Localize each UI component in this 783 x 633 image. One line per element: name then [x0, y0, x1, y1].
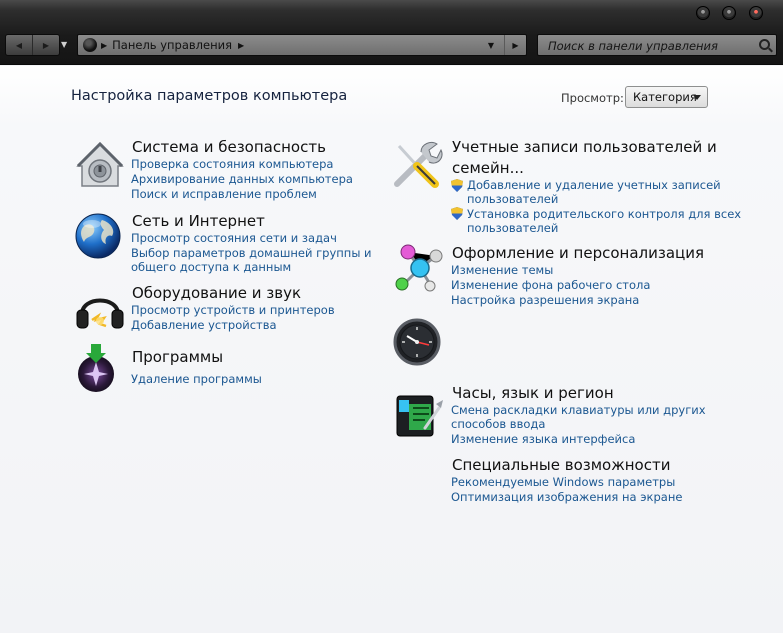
breadcrumb-arrow-icon[interactable]: ▶: [101, 41, 107, 50]
house-lock-icon[interactable]: [74, 140, 126, 192]
back-button[interactable]: ◀: [6, 35, 32, 55]
view-select-value: Категория: [633, 90, 697, 104]
address-dropdown-icon[interactable]: ▼: [488, 41, 494, 50]
clock-icon[interactable]: [393, 316, 445, 368]
link-add-device[interactable]: Добавление устройства: [131, 318, 277, 332]
link-optimize-display[interactable]: Оптимизация изображения на экране: [451, 490, 682, 504]
category-title-appearance[interactable]: Оформление и персонализация: [452, 243, 704, 263]
search-placeholder: Поиск в панели управления: [548, 39, 718, 53]
headphones-icon[interactable]: [74, 284, 126, 336]
link-change-theme[interactable]: Изменение темы: [451, 263, 553, 277]
link-find-fix-problems[interactable]: Поиск и исправление проблем: [131, 187, 317, 201]
appearance-icon[interactable]: [392, 242, 444, 294]
link-homegroup-options-cont[interactable]: общего доступа к данным: [131, 260, 291, 274]
link-change-keyboard[interactable]: Смена раскладки клавиатуры или других: [451, 403, 706, 417]
category-title-network-internet[interactable]: Сеть и Интернет: [132, 211, 265, 231]
view-select[interactable]: Категория: [625, 86, 708, 108]
globe-icon[interactable]: [74, 212, 126, 264]
refresh-button[interactable]: ▶: [504, 35, 526, 55]
back-arrow-icon: ◀: [15, 40, 23, 50]
link-uninstall-program[interactable]: Удаление программы: [131, 372, 262, 386]
forward-button[interactable]: ▶: [32, 35, 59, 55]
maximize-button[interactable]: [722, 6, 736, 20]
category-title-programs[interactable]: Программы: [132, 347, 223, 367]
category-title-hardware-sound[interactable]: Оборудование и звук: [132, 283, 301, 303]
tools-icon[interactable]: [391, 138, 443, 190]
link-add-remove-accounts-cont[interactable]: пользователей: [467, 192, 558, 206]
link-change-background[interactable]: Изменение фона рабочего стола: [451, 278, 650, 292]
address-bar[interactable]: ▶ Панель управления ▶ ▼ ▶: [77, 34, 527, 56]
link-screen-resolution[interactable]: Настройка разрешения экрана: [451, 293, 639, 307]
link-change-display-language[interactable]: Изменение языка интерфейса: [451, 432, 635, 446]
uac-shield-icon: [451, 207, 463, 220]
content-area: Настройка параметров компьютера Просмотр…: [0, 66, 783, 633]
breadcrumb-control-panel[interactable]: Панель управления: [112, 38, 232, 52]
go-arrow-icon: ▶: [512, 40, 519, 50]
close-button[interactable]: [749, 6, 763, 20]
nav-buttons: ◀ ▶: [5, 34, 60, 56]
link-backup-computer[interactable]: Архивирование данных компьютера: [131, 172, 353, 186]
search-input[interactable]: Поиск в панели управления: [537, 34, 777, 56]
recent-pages-dropdown-icon[interactable]: ▼: [61, 40, 67, 49]
link-devices-printers[interactable]: Просмотр устройств и принтеров: [131, 303, 335, 317]
uac-shield-icon: [451, 179, 463, 192]
category-title-user-accounts[interactable]: Учетные записи пользователей и: [452, 137, 717, 157]
accessibility-icon[interactable]: [395, 390, 447, 442]
link-add-remove-accounts[interactable]: Добавление и удаление учетных записей: [467, 178, 721, 192]
dropdown-caret-icon: [693, 95, 701, 100]
category-title-user-accounts-cont[interactable]: семейн...: [452, 158, 524, 178]
page-title: Настройка параметров компьютера: [71, 88, 348, 104]
search-icon[interactable]: [759, 39, 770, 50]
control-panel-icon: [83, 38, 97, 52]
link-check-computer-status[interactable]: Проверка состояния компьютера: [131, 157, 333, 171]
link-parental-controls-cont[interactable]: пользователей: [467, 221, 558, 235]
forward-arrow-icon: ▶: [42, 40, 50, 50]
category-title-ease-of-access[interactable]: Специальные возможности: [452, 455, 670, 475]
link-recommended-settings[interactable]: Рекомендуемые Windows параметры: [451, 475, 675, 489]
programs-icon[interactable]: [74, 344, 126, 396]
view-label: Просмотр:: [561, 91, 624, 105]
minimize-button[interactable]: [696, 6, 710, 20]
category-title-system-security[interactable]: Система и безопасность: [132, 137, 326, 157]
breadcrumb-arrow-icon[interactable]: ▶: [238, 41, 244, 50]
link-change-keyboard-cont[interactable]: способов ввода: [451, 417, 545, 431]
link-parental-controls[interactable]: Установка родительского контроля для все…: [467, 207, 741, 221]
link-homegroup-options[interactable]: Выбор параметров домашней группы и: [131, 246, 372, 260]
link-view-network-status[interactable]: Просмотр состояния сети и задач: [131, 231, 337, 245]
category-title-clock-language[interactable]: Часы, язык и регион: [452, 383, 614, 403]
window-chrome: ◀ ▶ ▼ ▶ Панель управления ▶ ▼ ▶ Поиск в …: [0, 0, 783, 65]
